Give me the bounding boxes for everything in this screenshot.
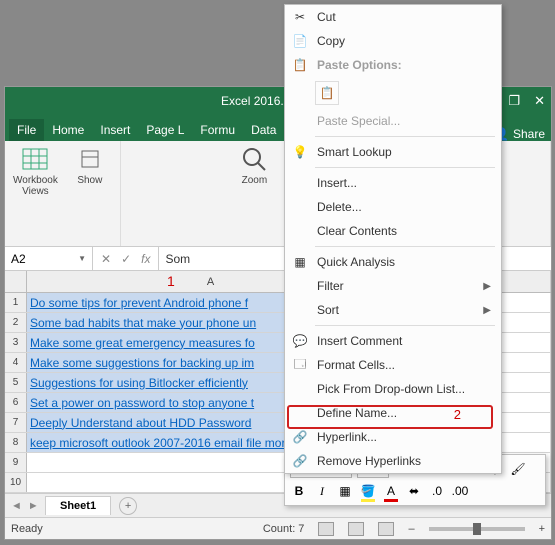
quick-analysis-icon: ▦	[291, 253, 309, 271]
sheet-next-icon[interactable]: ►	[28, 500, 39, 512]
cm-pick-dropdown[interactable]: Pick From Drop-down List...	[285, 377, 501, 401]
zoom-button[interactable]: Zoom	[232, 145, 276, 197]
cm-sort[interactable]: Sort▶	[285, 298, 501, 322]
increase-decimal-icon[interactable]: .00	[451, 482, 469, 500]
cm-quick-analysis[interactable]: ▦ Quick Analysis	[285, 250, 501, 274]
tab-formulas[interactable]: Formu	[192, 119, 243, 141]
fill-color-icon[interactable]: 🪣	[359, 482, 377, 500]
row-header[interactable]: 5	[5, 373, 27, 392]
format-painter-icon[interactable]: 🖌	[509, 460, 527, 478]
row-header[interactable]: 6	[5, 393, 27, 412]
font-color-icon[interactable]: A	[382, 482, 400, 500]
status-count: Count: 7	[263, 523, 305, 535]
tab-home[interactable]: Home	[44, 119, 92, 141]
zoom-icon	[240, 145, 268, 173]
cm-define-name[interactable]: Define Name...	[285, 401, 501, 425]
cm-filter[interactable]: Filter▶	[285, 274, 501, 298]
view-normal-button[interactable]	[318, 522, 334, 536]
cm-clear-contents[interactable]: Clear Contents	[285, 219, 501, 243]
close-button[interactable]: ✕	[534, 93, 545, 109]
format-icon: 🗔	[291, 356, 309, 374]
cm-remove-hyperlinks[interactable]: 🔗 Remove Hyperlinks	[285, 449, 501, 473]
zoom-slider[interactable]	[429, 527, 525, 531]
workbook-views-button[interactable]: Workbook Views	[13, 145, 58, 197]
grid-icon	[21, 145, 49, 173]
scissors-icon: ✂	[291, 8, 309, 26]
cm-hyperlink[interactable]: 🔗 Hyperlink...	[285, 425, 501, 449]
view-break-button[interactable]	[378, 522, 394, 536]
cm-delete[interactable]: Delete...	[285, 195, 501, 219]
zoom-in-button[interactable]: +	[539, 523, 545, 535]
row-header[interactable]: 1	[5, 293, 27, 312]
show-button[interactable]: Show	[68, 145, 112, 197]
link-icon: 🔗	[291, 428, 309, 446]
cm-paste-options-header: 📋 Paste Options:	[285, 53, 501, 77]
sheet-prev-icon[interactable]: ◄	[11, 500, 22, 512]
callout-2: 2	[454, 407, 461, 422]
tab-insert[interactable]: Insert	[92, 119, 138, 141]
tab-data[interactable]: Data	[243, 119, 284, 141]
row-header[interactable]: 2	[5, 313, 27, 332]
remove-link-icon: 🔗	[291, 452, 309, 470]
zoom-out-button[interactable]: –	[408, 523, 414, 535]
cancel-formula-icon[interactable]: ✕	[101, 252, 111, 266]
decrease-decimal-icon[interactable]: .0	[428, 482, 446, 500]
context-menu: ✂ Cut 📄 Copy 📋 Paste Options: 📋 Paste Sp…	[284, 4, 502, 474]
cm-insert-comment[interactable]: 💬 Insert Comment	[285, 329, 501, 353]
bold-button[interactable]: B	[290, 482, 308, 500]
row-header[interactable]: 3	[5, 333, 27, 352]
cm-format-cells[interactable]: 🗔 Format Cells...	[285, 353, 501, 377]
status-bar: Ready Count: 7 – +	[5, 517, 551, 539]
show-icon	[76, 145, 104, 173]
chevron-right-icon: ▶	[483, 281, 491, 292]
row-header[interactable]: 8	[5, 433, 27, 452]
sheet-tab-1[interactable]: Sheet1	[45, 496, 111, 515]
chevron-right-icon: ▶	[483, 305, 491, 316]
share-button[interactable]: 👤 Share	[494, 127, 551, 141]
cm-cut[interactable]: ✂ Cut	[285, 5, 501, 29]
cm-smart-lookup[interactable]: 💡 Smart Lookup	[285, 140, 501, 164]
restore-button[interactable]: ❐	[508, 93, 520, 109]
tab-page-layout[interactable]: Page L	[138, 119, 192, 141]
select-all-corner[interactable]	[5, 271, 27, 292]
cm-paste-special: Paste Special...	[285, 109, 501, 133]
row-header[interactable]: 7	[5, 413, 27, 432]
paste-icon: 📋	[315, 81, 339, 105]
status-ready: Ready	[11, 523, 43, 535]
row-header[interactable]: 4	[5, 353, 27, 372]
row-header[interactable]: 9	[5, 453, 27, 472]
cm-copy[interactable]: 📄 Copy	[285, 29, 501, 53]
copy-icon: 📄	[291, 32, 309, 50]
accept-formula-icon[interactable]: ✓	[121, 252, 131, 266]
lightbulb-icon: 💡	[291, 143, 309, 161]
clipboard-icon: 📋	[291, 56, 309, 74]
cm-insert[interactable]: Insert...	[285, 171, 501, 195]
fx-icon[interactable]: fx	[141, 252, 150, 266]
borders-icon[interactable]: ▦	[336, 482, 354, 500]
name-box[interactable]: A2▼	[5, 247, 93, 270]
view-layout-button[interactable]	[348, 522, 364, 536]
comment-icon: 💬	[291, 332, 309, 350]
tab-file[interactable]: File	[9, 119, 44, 141]
add-sheet-button[interactable]: +	[119, 497, 137, 515]
italic-button[interactable]: I	[313, 482, 331, 500]
merge-center-icon[interactable]: ⬌	[405, 482, 423, 500]
callout-1: 1	[167, 273, 175, 289]
row-header[interactable]: 10	[5, 473, 27, 492]
